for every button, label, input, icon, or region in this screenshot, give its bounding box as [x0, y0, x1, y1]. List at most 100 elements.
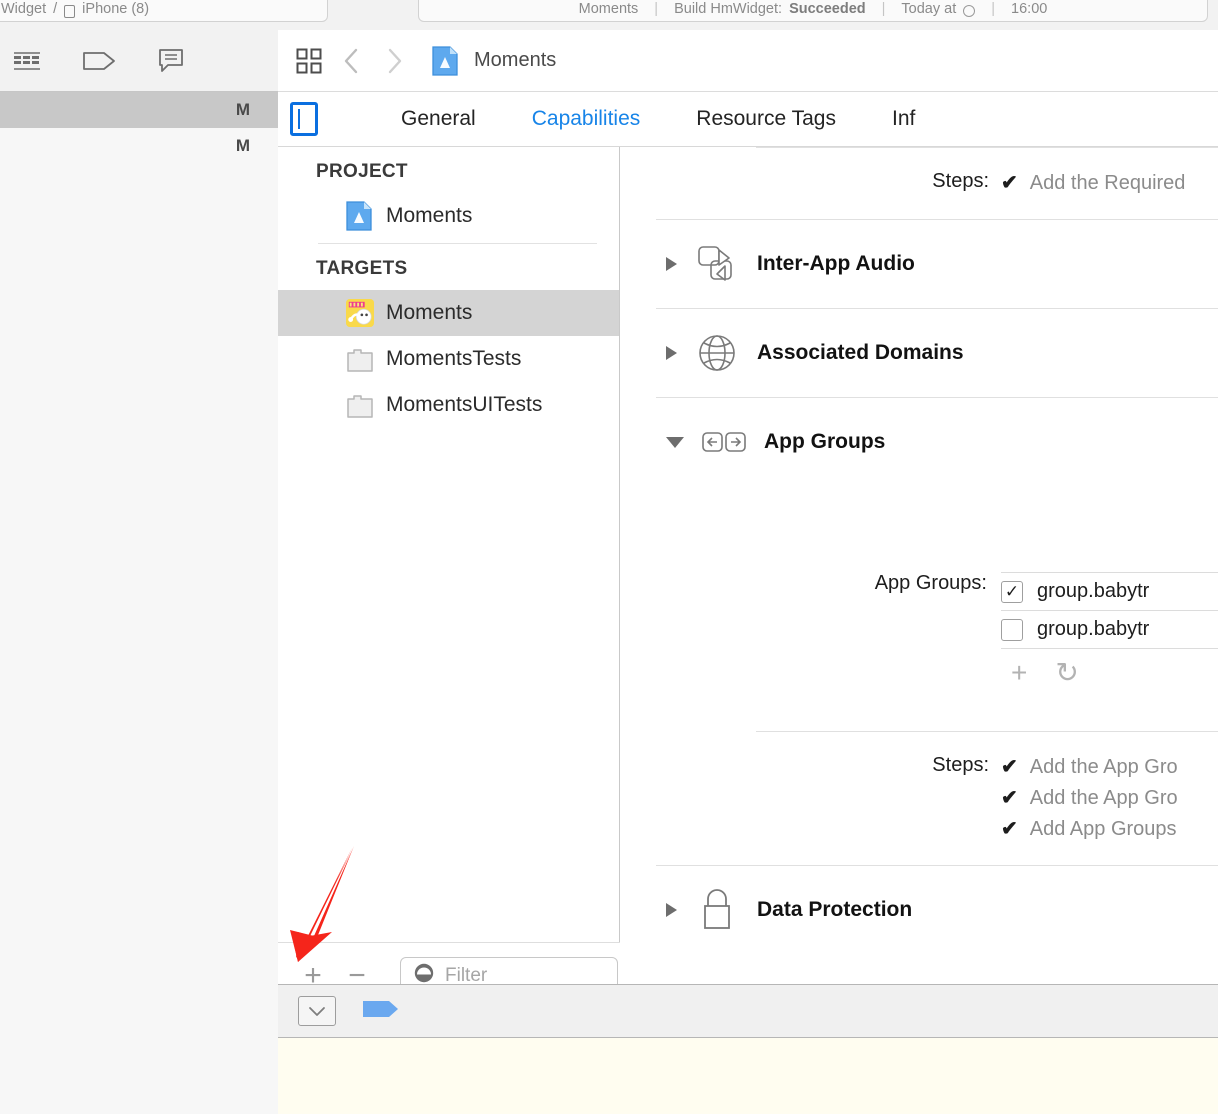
step-item: ✔ Add App Groups — [1001, 816, 1178, 841]
checkbox-checked-icon[interactable]: ✓ — [1001, 580, 1023, 603]
app-group-name: group.babytr — [1037, 580, 1150, 602]
target-item-label: Moments — [386, 301, 473, 324]
project-section-header: PROJECT — [316, 161, 408, 182]
chevron-right-icon[interactable] — [376, 42, 414, 80]
tab-capabilities[interactable]: Capabilities — [504, 107, 669, 131]
status-project-label: Moments — [578, 1, 639, 17]
status-action-label: Build HmWidget: — [674, 1, 783, 17]
capability-row-app-groups[interactable]: App Groups — [656, 398, 1218, 486]
debug-bar — [278, 984, 1218, 1038]
target-item-momentstests[interactable]: MomentsTests — [278, 336, 619, 382]
navigator-area: M M — [0, 30, 278, 1114]
test-bundle-icon — [346, 389, 374, 421]
capability-row-data-protection[interactable]: Data Protection — [656, 866, 1218, 954]
check-icon: ✔ — [1001, 172, 1018, 194]
console-area[interactable] — [278, 1038, 1218, 1114]
lock-icon — [693, 888, 741, 932]
steps-label: Steps: — [932, 754, 989, 776]
test-bundle-icon — [346, 343, 374, 375]
navigator-empty-area — [0, 164, 278, 1114]
capability-name: Data Protection — [757, 898, 913, 921]
jump-bar: Moments — [278, 30, 1218, 92]
app-groups-field-label: App Groups: — [874, 572, 987, 594]
check-icon: ✔ — [1001, 787, 1018, 809]
capabilities-detail-pane: Steps: ✔ Add the Required Inter-App Audi… — [620, 147, 1218, 1008]
project-item-moments[interactable]: Moments — [278, 193, 619, 239]
tab-info[interactable]: Inf — [864, 107, 943, 131]
target-editor-tab-bar: General Capabilities Resource Tags Inf — [278, 92, 1218, 147]
check-icon: ✔ — [1001, 818, 1018, 840]
check-icon: ✔ — [1001, 756, 1018, 778]
checkbox-unchecked-icon[interactable] — [1001, 618, 1023, 641]
navigator-row[interactable]: M — [0, 92, 278, 128]
disclosure-triangle-icon[interactable] — [666, 903, 677, 917]
capability-row-associated-domains[interactable]: Associated Domains — [656, 309, 1218, 397]
status-sep-3: | — [991, 1, 996, 17]
activity-status-view[interactable]: Moments | Build HmWidget: Succeeded | To… — [418, 0, 1208, 22]
app-groups-icon — [700, 420, 748, 464]
capability-row-inter-app-audio[interactable]: Inter-App Audio — [656, 220, 1218, 308]
app-groups-toolbar: + ↻ — [1001, 648, 1218, 687]
xcode-project-icon — [346, 200, 374, 232]
status-time-label: 16:00 — [1011, 1, 1048, 17]
inter-app-audio-icon — [693, 242, 741, 286]
steps-list: ✔ Add the App Gro ✔ Add the App Gro ✔ Ad… — [1001, 754, 1178, 841]
disclosure-triangle-icon[interactable] — [666, 257, 677, 271]
jump-bar-title[interactable]: Moments — [474, 49, 556, 72]
capabilities-scroll: Steps: ✔ Add the Required Inter-App Audi… — [620, 147, 1218, 1008]
add-app-group-button[interactable]: + — [1011, 659, 1027, 687]
targets-section-header: TARGETS — [316, 258, 408, 279]
device-icon — [64, 4, 76, 18]
tab-list: General Capabilities Resource Tags Inf — [373, 107, 943, 131]
tag-icon[interactable] — [78, 41, 120, 81]
tab-general[interactable]: General — [373, 107, 504, 131]
status-result-label: Succeeded — [789, 1, 866, 17]
app-group-name: group.babytr — [1037, 618, 1150, 640]
step-item: ✔ Add the Required — [1001, 170, 1185, 195]
status-badge: M — [235, 100, 250, 119]
hide-debug-area-icon[interactable] — [298, 996, 336, 1026]
breakpoint-tag-icon[interactable] — [362, 997, 400, 1026]
navigator-filter-bar — [0, 30, 278, 92]
target-item-label: MomentsUITests — [386, 393, 543, 416]
globe-icon — [693, 331, 741, 375]
clock-icon — [963, 5, 976, 17]
editor-split: PROJECT Moments TARGETS Moments MomentsT… — [278, 147, 1218, 1008]
required-steps-row: Steps: ✔ Add the Required — [656, 148, 1218, 219]
target-item-label: MomentsTests — [386, 347, 522, 370]
scheme-destination-label: iPhone (8) — [82, 1, 150, 17]
xcode-window: Widget / iPhone (8) Moments | Build HmWi… — [0, 0, 1218, 1114]
navigator-row-list: M M — [0, 92, 278, 164]
target-item-moments[interactable]: Moments — [278, 290, 619, 336]
project-targets-pane: PROJECT Moments TARGETS Moments MomentsT… — [278, 147, 620, 1008]
scheme-selector[interactable]: Widget / iPhone (8) — [0, 0, 328, 22]
step-text: Add the Required — [1029, 172, 1186, 194]
navigator-toggle-icon[interactable] — [290, 102, 318, 136]
disclosure-triangle-icon[interactable] — [666, 436, 684, 448]
step-text: Add App Groups — [1029, 818, 1177, 840]
table-view-icon[interactable] — [6, 41, 48, 81]
steps-label: Steps: — [932, 170, 989, 192]
step-text: Add the App Gro — [1029, 756, 1178, 778]
xcode-toolbar: Widget / iPhone (8) Moments | Build HmWi… — [0, 0, 1218, 30]
navigator-row[interactable]: M — [0, 128, 278, 164]
app-groups-steps-row: Steps: ✔ Add the App Gro ✔ Add the App G… — [656, 732, 1218, 865]
step-item: ✔ Add the App Gro — [1001, 785, 1178, 810]
tab-resource-tags[interactable]: Resource Tags — [668, 107, 864, 131]
step-item: ✔ Add the App Gro — [1001, 754, 1178, 779]
scheme-separator: / — [53, 1, 58, 17]
capability-name: Associated Domains — [757, 341, 964, 364]
disclosure-triangle-icon[interactable] — [666, 346, 677, 360]
steps-list: ✔ Add the Required — [1001, 170, 1185, 195]
step-text: Add the App Gro — [1029, 787, 1178, 809]
comment-icon[interactable] — [150, 41, 192, 81]
capability-name: Inter-App Audio — [757, 252, 915, 275]
status-sep-1: | — [654, 1, 659, 17]
app-group-entry[interactable]: ✓ group.babytr — [1001, 572, 1218, 610]
target-item-momentsuitests[interactable]: MomentsUITests — [278, 382, 619, 428]
related-items-icon[interactable] — [292, 44, 326, 78]
app-group-entry[interactable]: group.babytr — [1001, 610, 1218, 648]
refresh-app-groups-button[interactable]: ↻ — [1055, 659, 1078, 687]
chevron-left-icon[interactable] — [332, 42, 370, 80]
capability-name: App Groups — [764, 430, 886, 453]
